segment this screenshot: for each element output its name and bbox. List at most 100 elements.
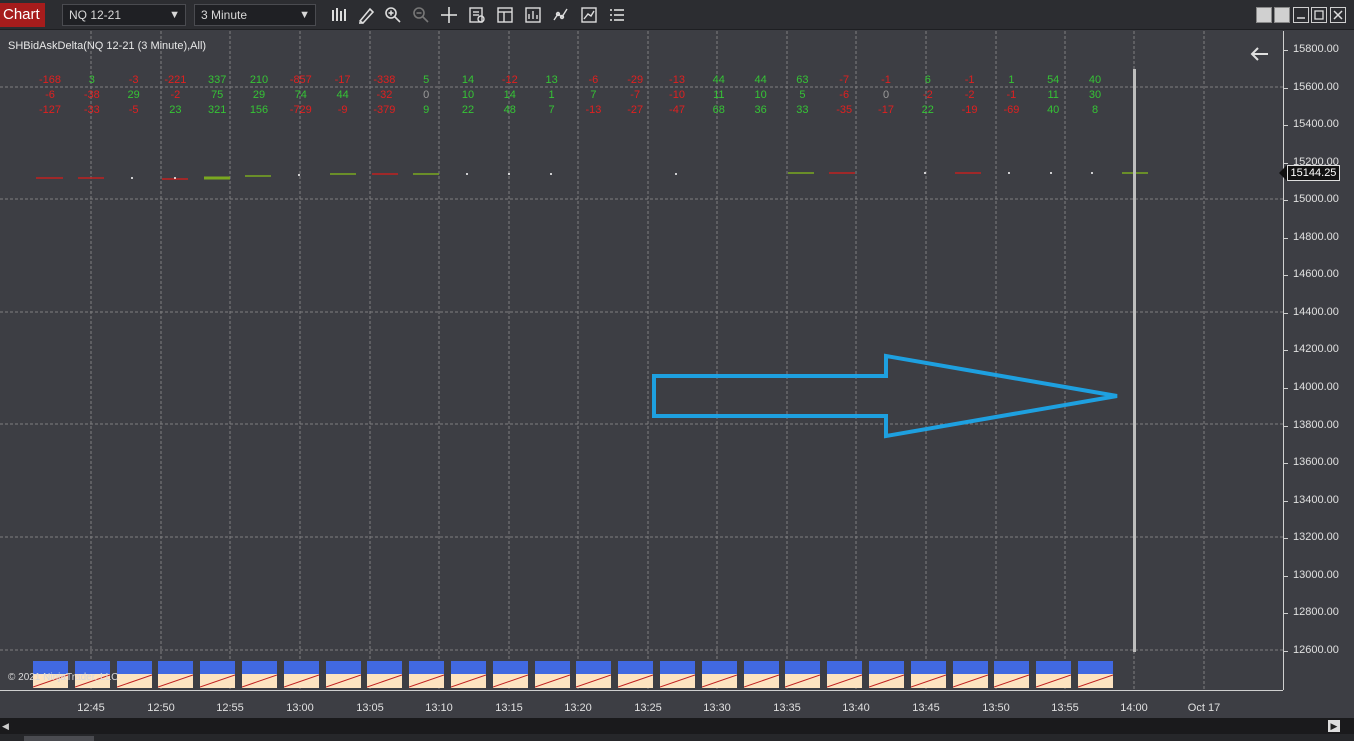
delta-value: -17: [878, 104, 894, 116]
data-box-icon[interactable]: [467, 5, 487, 25]
bid-ask-box: [367, 661, 403, 688]
price-tick-mark: [1283, 538, 1288, 540]
bar-style-icon[interactable]: [329, 5, 349, 25]
bid-segment: [743, 674, 779, 688]
time-tick-label: 12:55: [216, 702, 244, 714]
delta-value: -38: [83, 89, 100, 101]
strategies-icon[interactable]: [523, 5, 543, 25]
scroll-left-icon[interactable]: ◀: [2, 720, 12, 732]
ask-segment: [409, 661, 445, 674]
bid-ask-box: [1036, 661, 1072, 688]
ask-segment: [200, 661, 236, 674]
delta-value: -3: [128, 74, 139, 86]
chart-tab[interactable]: Chart: [0, 3, 45, 27]
bid-ask-box: [827, 661, 863, 688]
price-tick-mark: [1283, 463, 1288, 465]
tile-window-icon[interactable]: [1256, 7, 1272, 23]
bid-ask-box: [158, 661, 194, 688]
delta-value: 0: [882, 89, 890, 101]
time-tick-label: 13:00: [286, 702, 314, 714]
bid-ask-box: [576, 661, 612, 688]
maximize-button[interactable]: [1311, 7, 1327, 23]
delta-value: -69: [1003, 104, 1020, 116]
delta-value: 1: [1008, 74, 1015, 86]
bid-ask-box: [1078, 661, 1113, 688]
draw-pencil-icon[interactable]: [356, 5, 376, 25]
price-tick-mark: [1283, 162, 1288, 164]
price-tick-mark: [1283, 275, 1288, 277]
scroll-right-icon[interactable]: ▶: [1328, 720, 1340, 732]
ask-segment: [283, 661, 319, 674]
bid-segment: [325, 674, 361, 688]
delta-value: 1: [548, 89, 555, 101]
templates-icon[interactable]: [495, 5, 515, 25]
ask-segment: [994, 661, 1030, 674]
bid-segment: [242, 674, 277, 688]
ask-segment: [242, 661, 277, 674]
horizontal-scrollbar[interactable]: ◀ ▶: [0, 718, 1354, 734]
bid-segment: [618, 674, 654, 688]
delta-value: -338: [373, 74, 396, 86]
delta-value: 8: [1091, 104, 1099, 116]
delta-value: 3: [88, 74, 95, 86]
bid-segment: [367, 674, 403, 688]
bid-ask-box: [534, 661, 570, 688]
current-bar-line: [1133, 69, 1136, 652]
price-tick-mark: [1283, 125, 1288, 127]
delta-value: -29: [627, 74, 644, 86]
bottom-tab[interactable]: [24, 736, 94, 741]
bottom-tab-strip: [0, 734, 1354, 741]
delta-value: 321: [208, 104, 227, 116]
chart-window: Chart NQ 12-21 ▼ 3 Minute ▼ SHBidAskDelt…: [0, 0, 1354, 741]
price-tick-mark: [1283, 650, 1288, 652]
ask-segment: [1036, 661, 1072, 674]
list-icon[interactable]: [607, 5, 627, 25]
delta-value: -6: [839, 89, 850, 101]
indicator-label: SHBidAskDelta(NQ 12-21 (3 Minute),All): [8, 40, 207, 52]
delta-value: 10: [461, 89, 475, 101]
instrument-value: NQ 12-21: [69, 8, 122, 22]
bid-segment: [200, 674, 236, 688]
zoom-in-icon[interactable]: [383, 5, 403, 25]
chevron-down-icon: ▼: [299, 9, 310, 21]
delta-value: 63: [796, 74, 809, 86]
crosshair-icon[interactable]: [439, 5, 459, 25]
current-price-tag: 15144.25: [1287, 165, 1340, 181]
close-button[interactable]: [1330, 7, 1346, 23]
time-tick-label: 13:45: [912, 702, 940, 714]
ask-segment: [701, 661, 737, 674]
delta-value: -1: [1006, 89, 1017, 101]
price-tick-mark: [1283, 312, 1288, 314]
time-tick-label: 13:20: [564, 702, 592, 714]
back-arrow-icon[interactable]: [1249, 44, 1271, 64]
price-tick-mark: [1283, 350, 1288, 352]
interval-select[interactable]: 3 Minute ▼: [194, 4, 316, 26]
time-tick-label: 13:50: [982, 702, 1010, 714]
delta-value: 29: [252, 89, 266, 101]
indicators-icon[interactable]: [551, 5, 571, 25]
minimize-button[interactable]: [1293, 7, 1309, 23]
delta-value: -13: [669, 74, 685, 86]
bid-segment: [994, 674, 1030, 688]
price-tick-label: 14200.00: [1293, 343, 1339, 356]
bid-ask-box: [451, 661, 486, 688]
properties-icon[interactable]: [579, 5, 599, 25]
price-tick-label: 14000.00: [1293, 381, 1339, 394]
bid-segment: [827, 674, 863, 688]
bid-segment: [1036, 674, 1072, 688]
delta-value: -379: [373, 104, 396, 116]
instrument-select[interactable]: NQ 12-21 ▼: [62, 4, 186, 26]
delta-value: 156: [249, 104, 269, 116]
zoom-out-icon[interactable]: [411, 5, 431, 25]
bid-segment: [952, 674, 988, 688]
time-tick-label: 13:30: [703, 702, 731, 714]
bid-segment: [534, 674, 570, 688]
price-bars: [36, 172, 1148, 180]
delta-value: -19: [961, 104, 978, 116]
delta-value: 210: [249, 74, 269, 86]
price-tick-mark: [1283, 50, 1288, 51]
bid-ask-box: [409, 661, 445, 688]
delta-value: -33: [83, 104, 100, 116]
ask-segment: [869, 661, 904, 674]
tile-window-2-icon[interactable]: [1274, 7, 1290, 23]
